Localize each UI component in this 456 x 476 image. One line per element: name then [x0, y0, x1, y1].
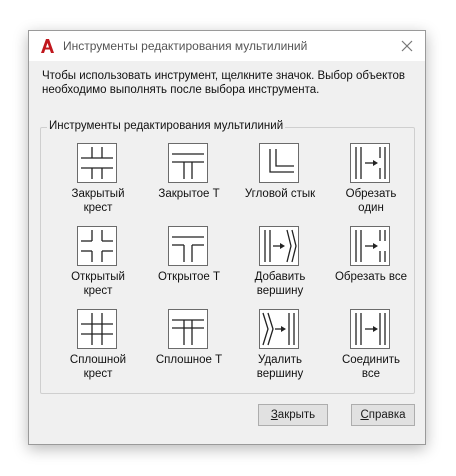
autocad-a-icon: [39, 38, 55, 54]
tool-open-cross[interactable]: Открытый крест: [52, 226, 144, 306]
delete-vertex-icon: [259, 309, 299, 349]
tool-closed-cross[interactable]: Закрытый крест: [52, 143, 144, 223]
tool-label: Закрытый крест: [71, 188, 125, 214]
help-button[interactable]: Справка: [351, 404, 415, 426]
closed-cross-icon: [77, 143, 117, 183]
tool-label: Сплошной крест: [69, 354, 127, 380]
tool-open-tee[interactable]: Открытое Т: [143, 226, 235, 306]
tool-label: Добавить вершину: [254, 271, 306, 297]
tool-label: Открытое Т: [157, 271, 221, 283]
tool-label: Закрытое Т: [158, 188, 220, 200]
tool-label: Угловой стык: [244, 188, 316, 200]
open-cross-icon: [77, 226, 117, 266]
close-icon: [401, 40, 413, 52]
tool-add-vertex[interactable]: Добавить вершину: [234, 226, 326, 306]
tool-cut-all[interactable]: Обрезать все: [325, 226, 417, 306]
window-title: Инструменты редактирования мультилиний: [63, 39, 308, 53]
tool-label: Обрезать один: [345, 188, 397, 214]
merged-tee-icon: [168, 309, 208, 349]
group-label: Инструменты редактирования мультилиний: [47, 120, 286, 132]
merged-cross-icon: [77, 309, 117, 349]
instructions-text: Чтобы использовать инструмент, щелкните …: [42, 70, 405, 96]
tool-merged-tee[interactable]: Сплошное Т: [143, 309, 235, 389]
tool-closed-tee[interactable]: Закрытое Т: [143, 143, 235, 223]
cut-single-icon: [350, 143, 390, 183]
open-tee-icon: [168, 226, 208, 266]
tool-corner-joint[interactable]: Угловой стык: [234, 143, 326, 223]
tools-group: Инструменты редактирования мультилиний З…: [40, 120, 417, 394]
tool-label: Соединить все: [341, 354, 400, 380]
cut-all-icon: [350, 226, 390, 266]
close-button[interactable]: [395, 35, 419, 57]
weld-all-icon: [350, 309, 390, 349]
tool-merged-cross[interactable]: Сплошной крест: [52, 309, 144, 389]
add-vertex-icon: [259, 226, 299, 266]
tool-cut-single[interactable]: Обрезать один: [325, 143, 417, 223]
tool-label: Обрезать все: [334, 271, 408, 283]
tool-label: Удалить вершину: [256, 354, 304, 380]
corner-joint-icon: [259, 143, 299, 183]
close-dialog-button[interactable]: Закрыть: [258, 404, 328, 426]
title-bar: Инструменты редактирования мультилиний: [29, 31, 425, 61]
tool-label: Открытый крест: [71, 271, 125, 297]
tool-delete-vertex[interactable]: Удалить вершину: [234, 309, 326, 389]
tool-weld-all[interactable]: Соединить все: [325, 309, 417, 389]
closed-tee-icon: [168, 143, 208, 183]
mline-edit-dialog: Инструменты редактирования мультилиний Ч…: [28, 30, 426, 445]
tool-label: Сплошное Т: [155, 354, 223, 366]
